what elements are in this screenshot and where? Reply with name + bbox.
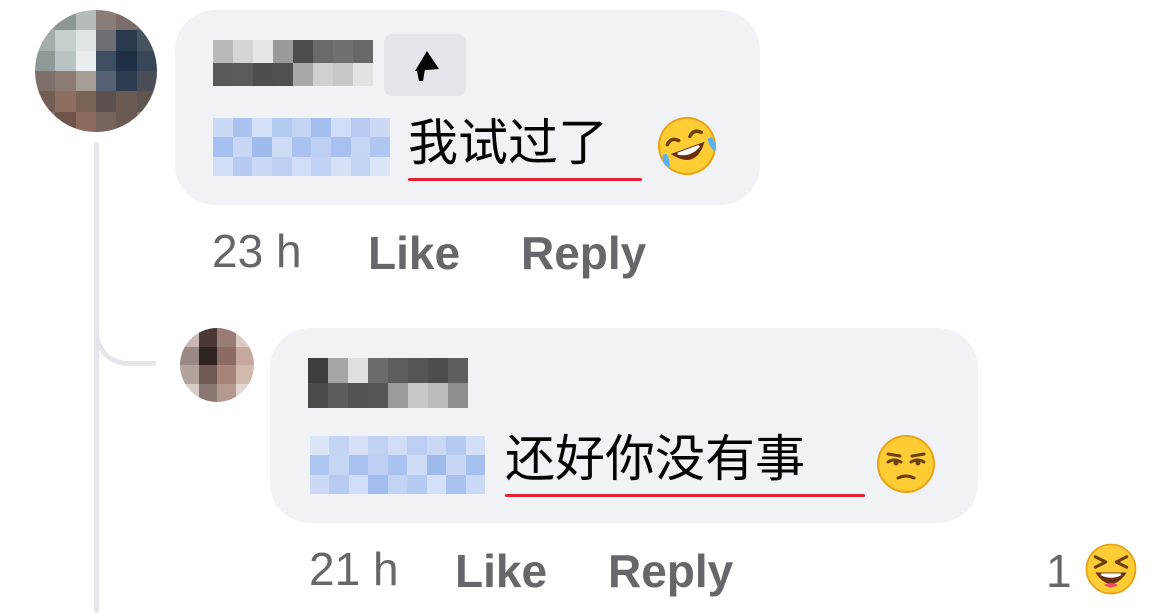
reply-button[interactable]: Reply — [521, 230, 646, 276]
avatar[interactable] — [180, 328, 254, 402]
comment-text: 还好你没有事 — [505, 430, 805, 488]
comment-timestamp[interactable]: 21 h — [309, 546, 399, 592]
mention-tag[interactable] — [310, 436, 485, 494]
top-fan-badge[interactable] — [384, 34, 466, 96]
avatar[interactable] — [35, 10, 157, 132]
laughing-reaction-icon[interactable] — [1083, 541, 1139, 597]
spellcheck-underline — [408, 178, 642, 181]
rolling-laughing-emoji — [655, 114, 719, 178]
reply-button[interactable]: Reply — [608, 548, 733, 594]
unamused-face-emoji — [874, 432, 938, 496]
author-name[interactable] — [308, 358, 468, 408]
mention-tag[interactable] — [213, 118, 390, 176]
thread-line — [94, 142, 99, 613]
comment-text: 我试过了 — [408, 114, 608, 172]
author-name[interactable] — [213, 40, 373, 86]
reaction-count[interactable]: 1 — [1046, 548, 1072, 594]
spellcheck-underline — [505, 494, 865, 497]
like-button[interactable]: Like — [455, 548, 547, 594]
megaphone-icon — [415, 51, 439, 81]
thread-reply-connector — [94, 300, 156, 366]
comment-timestamp[interactable]: 23 h — [212, 228, 302, 274]
like-button[interactable]: Like — [368, 230, 460, 276]
